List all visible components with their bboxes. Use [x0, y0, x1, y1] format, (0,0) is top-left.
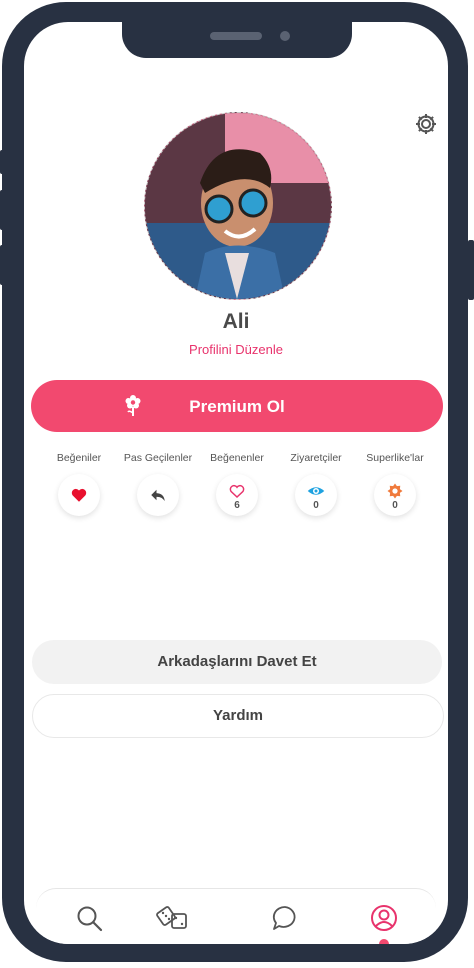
- premium-label: Premium Ol: [189, 397, 285, 416]
- likers-button[interactable]: 6: [216, 474, 258, 516]
- side-button: [0, 245, 6, 285]
- passed-button[interactable]: [137, 474, 179, 516]
- profile-icon[interactable]: [369, 903, 399, 933]
- side-button: [468, 240, 474, 300]
- search-icon[interactable]: [74, 903, 104, 933]
- chat-icon[interactable]: [270, 903, 300, 933]
- heart-filled-icon: [71, 488, 87, 502]
- side-button: [0, 190, 6, 230]
- phone-screen: Ali Profilini Düzenle Premium Ol Beğenil…: [24, 22, 448, 944]
- stat-label-likers: Beğenenler: [210, 452, 264, 464]
- invite-friends-button[interactable]: Arkadaşlarını Davet Et: [32, 640, 442, 684]
- profile-avatar[interactable]: [144, 112, 332, 300]
- speaker: [210, 32, 262, 40]
- dice-icon[interactable]: [156, 903, 190, 933]
- visitors-button[interactable]: 0: [295, 474, 337, 516]
- settings-gear-icon[interactable]: [414, 112, 438, 136]
- bottom-tabbar: [36, 888, 436, 944]
- superlikes-button[interactable]: 0: [374, 474, 416, 516]
- likers-count: 6: [234, 500, 240, 511]
- stat-label-passed: Pas Geçilenler: [123, 452, 193, 464]
- star-badge-icon: [387, 483, 403, 499]
- active-tab-indicator: [379, 939, 389, 944]
- superlikes-count: 0: [392, 500, 398, 511]
- heart-outline-icon: [229, 484, 245, 499]
- eye-icon: [307, 487, 325, 495]
- stat-label-visitors: Ziyaretçiler: [290, 452, 342, 464]
- notch: [122, 22, 352, 58]
- profile-name: Ali: [222, 310, 250, 333]
- visitors-count: 0: [313, 500, 319, 511]
- help-button[interactable]: Yardım: [32, 694, 444, 738]
- edit-profile-link[interactable]: Profilini Düzenle: [24, 342, 448, 357]
- stat-label-superlikes: Superlike'lar: [366, 452, 424, 464]
- stat-label-likes: Beğeniler: [56, 452, 102, 464]
- premium-button[interactable]: Premium Ol: [31, 380, 443, 432]
- side-button: [0, 150, 6, 174]
- likes-button[interactable]: [58, 474, 100, 516]
- reply-arrow-icon: [151, 489, 165, 501]
- camera: [280, 31, 290, 41]
